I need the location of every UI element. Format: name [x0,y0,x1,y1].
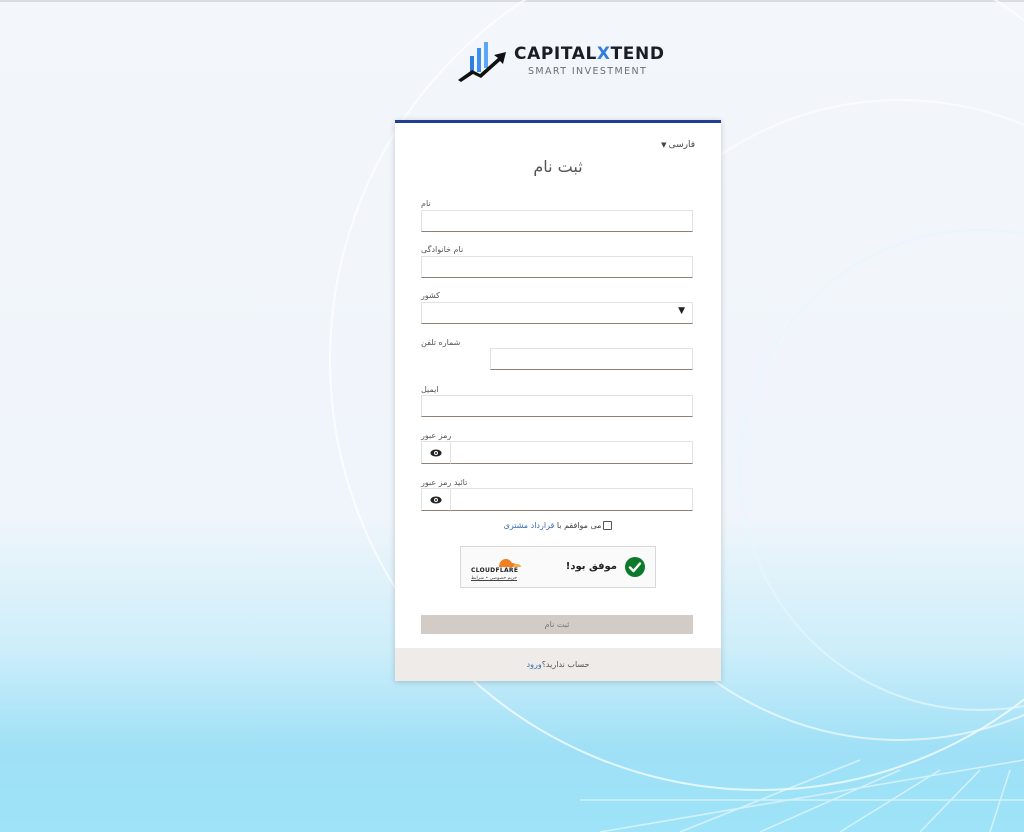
signup-submit-button[interactable]: ثبت نام [421,615,693,634]
password-field [421,441,693,464]
customer-agreement-link[interactable]: قرارداد مشتری [504,521,555,530]
phone-input[interactable] [490,348,693,370]
confirm-password-input[interactable] [451,488,693,511]
captcha-links[interactable]: حریم خصوصی • شرایط [471,576,517,581]
last-name-input[interactable] [421,256,693,278]
eye-icon [430,449,442,456]
captcha-status: موفق بود! [565,561,617,572]
signup-card: فارسی▼ ثبت نام نام نام خانوادگی کشور ▼ ش… [395,120,721,681]
password-label: رمز عبور [421,431,452,440]
cloudflare-captcha[interactable]: موفق بود! CLOUDFLARE حریم خصوصی • شرایط [460,546,656,588]
card-footer: حساب ندارید؟ورود [395,648,721,681]
email-input[interactable] [421,395,693,417]
first-name-input[interactable] [421,210,693,232]
terms-checkbox[interactable] [603,521,613,530]
cloudflare-brand: CLOUDFLARE [471,567,519,574]
show-confirm-password-button[interactable] [421,488,451,511]
last-name-label: نام خانوادگی [421,245,464,254]
brand-logo: CAPITALXTEND SMART INVESTMENT [458,40,668,84]
terms-agreement: می موافقم با قرارداد مشتری [395,521,721,530]
page-title: ثبت نام [533,157,583,176]
phone-label: شماره تلفن [421,338,461,347]
password-input[interactable] [451,441,693,464]
caret-down-icon: ▼ [661,141,667,149]
eye-icon [430,496,442,503]
country-select[interactable]: ▼ [421,302,693,324]
show-password-button[interactable] [421,441,451,464]
terms-text: می موافقم با [556,521,602,530]
footer-text: حساب ندارید؟ [541,660,590,669]
language-selector[interactable]: فارسی▼ [661,140,695,150]
top-divider [0,0,1024,2]
confirm-password-field [421,488,693,511]
caret-down-icon: ▼ [678,306,685,316]
brand-tagline: SMART INVESTMENT [528,66,648,77]
login-link[interactable]: ورود [527,660,542,669]
growth-chart-icon [458,42,506,82]
confirm-password-label: تائید رمز عبور [421,478,468,487]
success-check-icon [625,557,645,577]
country-label: کشور [421,291,440,300]
email-label: ایمیل [421,385,439,394]
first-name-label: نام [421,199,431,208]
brand-name: CAPITALXTEND [514,44,665,64]
